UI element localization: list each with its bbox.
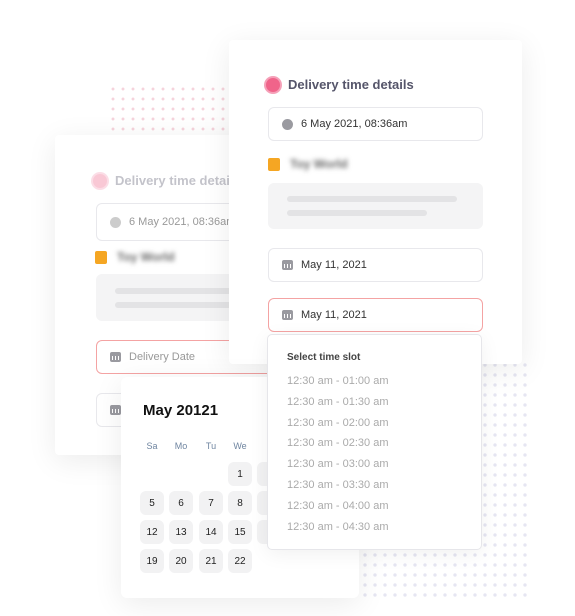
time-slot-option[interactable]: 12:30 am - 04:00 am: [287, 500, 389, 512]
time-slot-option[interactable]: 12:30 am - 01:30 am: [287, 396, 389, 408]
calendar-day[interactable]: 12: [140, 520, 164, 544]
time-slot-option[interactable]: 12:30 am - 02:00 am: [287, 417, 389, 429]
calendar-icon: [110, 405, 121, 415]
time-slot-field[interactable]: May 11, 2021: [268, 298, 483, 332]
calendar-icon: [282, 310, 293, 320]
weekday-label: Tu: [205, 441, 217, 451]
time-slot-dropdown: Select time slot 12:30 am - 01:00 am 12:3…: [267, 334, 482, 550]
store-label: Toy World: [95, 250, 175, 264]
clock-icon: [282, 118, 293, 130]
calendar-day[interactable]: 8: [228, 491, 252, 515]
weekday-label: Mo: [174, 441, 188, 451]
calendar-day[interactable]: 13: [169, 520, 193, 544]
calendar-day[interactable]: 14: [199, 520, 223, 544]
calendar-day[interactable]: 21: [199, 549, 223, 573]
calendar-day[interactable]: 19: [140, 549, 164, 573]
bag-icon: [268, 157, 280, 171]
calendar-day[interactable]: 6: [169, 491, 193, 515]
front-card: Delivery time details 6 May 2021, 08:36a…: [229, 40, 522, 364]
date-text: May 11, 2021: [301, 309, 367, 321]
calendar-icon: [282, 260, 293, 270]
calendar-day[interactable]: 5: [140, 491, 164, 515]
time-slot-option[interactable]: 12:30 am - 03:30 am: [287, 479, 389, 491]
time-slot-option[interactable]: 12:30 am - 04:30 am: [287, 521, 389, 533]
title-text: Delivery time details: [288, 77, 414, 92]
time-slot-option[interactable]: 12:30 am - 01:00 am: [287, 375, 389, 387]
flower-icon: [266, 77, 280, 92]
clock-icon: [110, 216, 121, 228]
store-label: Toy World: [268, 157, 348, 171]
title-text: Delivery time details: [115, 173, 241, 188]
dropdown-title: Select time slot: [287, 352, 361, 363]
calendar-day[interactable]: 7: [199, 491, 223, 515]
card-title: Delivery time details: [93, 173, 241, 188]
delivery-date-text: Delivery Date: [129, 351, 196, 363]
created-text: 6 May 2021, 08:36am: [301, 118, 408, 130]
time-slot-option[interactable]: 12:30 am - 02:30 am: [287, 437, 389, 449]
calendar-day[interactable]: 1: [228, 462, 252, 486]
weekday-label: Sa: [146, 441, 158, 451]
dot-pattern: [108, 84, 233, 136]
date-text: May 11, 2021: [301, 259, 367, 271]
calendar-day[interactable]: 20: [169, 549, 193, 573]
flower-icon: [93, 173, 107, 188]
created-field: 6 May 2021, 08:36am: [268, 107, 483, 141]
calendar-title: May 20121: [143, 402, 219, 419]
calendar-icon: [110, 352, 121, 362]
weekday-label: We: [233, 441, 247, 451]
calendar-day[interactable]: 22: [228, 549, 252, 573]
calendar-day[interactable]: 15: [228, 520, 252, 544]
store-name: Toy World: [290, 157, 348, 171]
card-title: Delivery time details: [266, 77, 414, 92]
created-text: 6 May 2021, 08:36am: [129, 216, 236, 228]
time-slot-option[interactable]: 12:30 am - 03:00 am: [287, 458, 389, 470]
address-placeholder: [268, 183, 483, 229]
bag-icon: [95, 250, 107, 264]
date-field[interactable]: May 11, 2021: [268, 248, 483, 282]
store-name: Toy World: [117, 250, 175, 264]
